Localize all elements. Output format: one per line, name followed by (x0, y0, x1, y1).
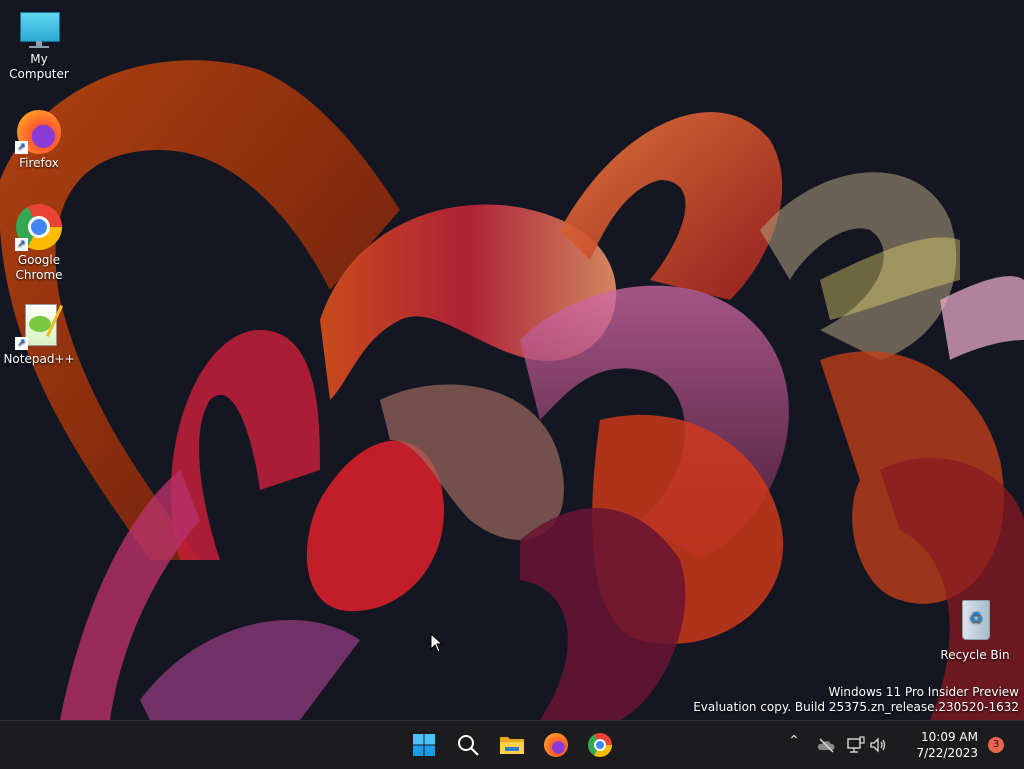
shortcut-arrow-icon: ↗ (15, 238, 28, 251)
taskbar: ⌃ 10:09 AM 7/22/2023 3 (0, 720, 1024, 769)
network-icon[interactable] (846, 735, 866, 755)
chevron-up-icon[interactable]: ⌃ (784, 733, 804, 753)
desktop-icon-my-computer[interactable]: My Computer (1, 10, 77, 90)
firefox-taskbar-button[interactable] (540, 729, 572, 761)
search-icon (458, 735, 479, 756)
shortcut-arrow-icon: ↗ (15, 337, 28, 350)
monitor-icon (15, 10, 63, 58)
notification-badge[interactable]: 3 (988, 737, 1004, 753)
notepadpp-icon: ↗ (15, 302, 64, 350)
firefox-icon (544, 733, 568, 757)
search-button[interactable] (452, 729, 484, 761)
start-button[interactable] (408, 729, 440, 761)
desktop-icon-notepadpp[interactable]: ↗ Notepad++ (1, 302, 77, 367)
desktop-icon-label: Google Chrome (15, 253, 63, 282)
chrome-icon (588, 733, 612, 757)
file-explorer-button[interactable] (496, 729, 528, 761)
firefox-icon: ↗ (15, 106, 63, 154)
watermark-line-2: Evaluation copy. Build 25375.zn_release.… (693, 700, 1019, 714)
desktop-icon-firefox[interactable]: ↗ Firefox (1, 106, 77, 171)
desktop-icon-google-chrome[interactable]: ↗ Google Chrome (1, 203, 77, 283)
shortcut-arrow-icon: ↗ (15, 141, 28, 154)
wallpaper (0, 60, 1024, 720)
chrome-taskbar-button[interactable] (584, 729, 616, 761)
windows-start-icon (413, 734, 435, 756)
folder-icon (500, 737, 524, 754)
clock[interactable]: 10:09 AM 7/22/2023 (916, 729, 978, 761)
mouse-cursor-icon (430, 633, 444, 653)
desktop-icon-label: Recycle Bin (940, 648, 1010, 662)
desktop-icon-label: Notepad++ (3, 352, 75, 366)
clock-time: 10:09 AM (921, 730, 978, 744)
recycle-bin-icon: ♻ (951, 598, 999, 646)
watermark-line-1: Windows 11 Pro Insider Preview (828, 685, 1019, 699)
desktop-icon-recycle-bin[interactable]: ♻ Recycle Bin (937, 598, 1013, 663)
desktop[interactable]: My Computer ↗ Firefox ↗ Google Chrome ↗ … (0, 0, 1024, 720)
desktop-icon-label: Firefox (19, 156, 59, 170)
volume-icon[interactable] (868, 735, 888, 755)
clock-date: 7/22/2023 (916, 746, 978, 760)
chrome-icon: ↗ (15, 203, 63, 251)
evaluation-watermark: Windows 11 Pro Insider Preview Evaluatio… (693, 685, 1019, 715)
onedrive-offline-icon[interactable] (816, 735, 836, 755)
system-tray: ⌃ 10:09 AM 7/22/2023 3 (784, 721, 1024, 769)
